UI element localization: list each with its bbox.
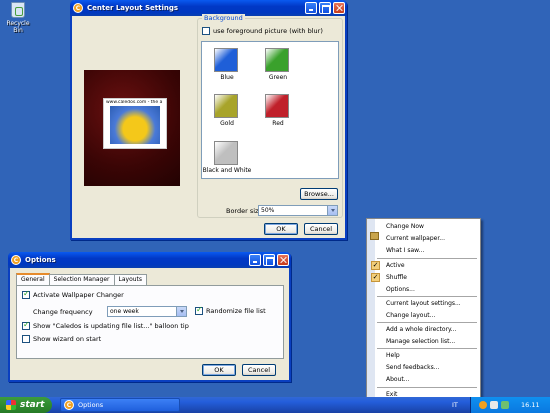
wizard-on-start-label: Show wizard on start: [33, 335, 102, 343]
taskbar-item-label: Options: [78, 401, 104, 409]
taskbar-item-options[interactable]: C Options: [60, 398, 180, 412]
tab-layouts[interactable]: Layouts: [113, 274, 148, 285]
window-title: Center Layout Settings: [87, 4, 178, 12]
preview-flower-photo: [110, 106, 160, 144]
caledos-app-icon: C: [11, 255, 21, 265]
change-frequency-value: one week: [110, 308, 139, 315]
menu-separator: [377, 387, 477, 388]
green-swatch[interactable]: [265, 48, 289, 72]
gold-swatch-label: Gold: [220, 120, 234, 127]
recycle-bin-icon: [11, 2, 25, 18]
gold-swatch[interactable]: [214, 94, 238, 118]
preview-card: www.caledos.com - the a: [103, 98, 167, 149]
title-bar[interactable]: C Options: [8, 252, 291, 268]
minimize-button[interactable]: [305, 2, 317, 14]
menu-icon-strip: [367, 219, 375, 402]
taskbar: start C Options IT 16.11: [0, 397, 550, 413]
border-size-value: 50%: [261, 207, 275, 214]
use-foreground-label: use foreground picture (with blur): [213, 27, 323, 35]
layout-preview: www.caledos.com - the a: [84, 70, 180, 186]
menu-item-what-i-saw[interactable]: What I saw...: [386, 247, 424, 254]
recycle-bin-label: Recycle Bin: [6, 20, 30, 34]
menu-separator: [377, 322, 477, 323]
ok-button[interactable]: OK: [202, 364, 236, 376]
change-frequency-label: Change frequency: [33, 308, 93, 316]
close-button[interactable]: [277, 254, 289, 266]
menu-item-current-wallpaper[interactable]: Current wallpaper...: [386, 235, 445, 242]
chevron-down-icon[interactable]: [176, 307, 186, 316]
active-check-icon: ✓: [371, 261, 380, 270]
options-tabs: General Selection Manager Layouts: [16, 273, 148, 285]
maximize-button[interactable]: [319, 2, 331, 14]
minimize-button[interactable]: [249, 254, 261, 266]
preview-url-text: www.caledos.com - the a: [106, 100, 163, 105]
balloon-tip-label: Show "Caledos is updating file list..." …: [33, 322, 189, 330]
tab-general[interactable]: General: [16, 273, 50, 285]
recycle-bin-shortcut[interactable]: Recycle Bin: [4, 2, 32, 34]
red-swatch[interactable]: [265, 94, 289, 118]
menu-item-add-directory[interactable]: Add a whole directory...: [386, 326, 456, 333]
border-size-label: Border size: [226, 207, 263, 215]
language-indicator[interactable]: IT: [452, 401, 458, 409]
blue-swatch[interactable]: [214, 48, 238, 72]
menu-item-about[interactable]: About...: [386, 376, 409, 383]
tab-selection-manager[interactable]: Selection Manager: [48, 274, 115, 285]
black-and-white-swatch[interactable]: [214, 141, 238, 165]
caledos-app-icon: C: [73, 3, 83, 13]
center-layout-settings-window: C Center Layout Settings www.caledos.com…: [70, 0, 347, 240]
background-swatch-list[interactable]: Blue Green Gold Red Black and White: [201, 41, 339, 179]
close-button[interactable]: [333, 2, 345, 14]
browse-button[interactable]: Browse...: [300, 188, 338, 200]
balloon-tip-checkbox[interactable]: [22, 320, 30, 330]
network-tray-icon[interactable]: [501, 401, 509, 409]
menu-item-current-layout-settings[interactable]: Current layout settings...: [386, 300, 461, 307]
change-frequency-select[interactable]: one week: [107, 306, 187, 317]
start-button[interactable]: start: [0, 397, 52, 413]
green-swatch-label: Green: [268, 74, 288, 81]
menu-item-shuffle[interactable]: Shuffle: [386, 274, 407, 281]
wallpaper-thumbnail-icon: [370, 232, 379, 240]
black-and-white-swatch-label: Black and White: [202, 167, 252, 174]
caledos-tray-icon[interactable]: [479, 401, 487, 409]
menu-item-options[interactable]: Options...: [386, 286, 415, 293]
border-size-select[interactable]: 50%: [258, 205, 338, 216]
windows-logo-icon: [6, 400, 16, 410]
start-label: start: [20, 400, 45, 410]
system-tray: 16.11: [470, 397, 550, 413]
use-foreground-checkbox[interactable]: [202, 27, 210, 35]
activate-changer-checkbox[interactable]: [22, 289, 30, 299]
background-group-label: Background: [202, 14, 245, 22]
randomize-checkbox[interactable]: [195, 305, 203, 315]
wizard-on-start-checkbox[interactable]: [22, 335, 30, 343]
clock[interactable]: 16.11: [521, 401, 540, 409]
ok-button[interactable]: OK: [264, 223, 298, 235]
caledos-app-icon: C: [64, 400, 74, 410]
red-swatch-label: Red: [272, 120, 284, 127]
cancel-button[interactable]: Cancel: [242, 364, 276, 376]
shuffle-check-icon: ✓: [371, 273, 380, 282]
menu-item-change-now[interactable]: Change Now: [386, 223, 424, 230]
blue-swatch-label: Blue: [220, 74, 234, 81]
window-title: Options: [25, 256, 56, 264]
chevron-down-icon[interactable]: [327, 206, 337, 215]
tray-context-menu: Change Now Current wallpaper... What I s…: [366, 218, 481, 403]
menu-item-change-layout[interactable]: Change layout...: [386, 312, 435, 319]
menu-separator: [377, 348, 477, 349]
menu-separator: [377, 258, 477, 259]
background-groupbox: Background use foreground picture (with …: [197, 14, 343, 218]
menu-item-help[interactable]: Help: [386, 352, 400, 359]
randomize-label: Randomize file list: [206, 307, 266, 315]
menu-separator: [377, 296, 477, 297]
activate-changer-label: Activate Wallpaper Changer: [33, 291, 124, 299]
desktop: Recycle Bin C Center Layout Settings www…: [0, 0, 550, 413]
maximize-button[interactable]: [263, 254, 275, 266]
menu-item-send-feedbacks[interactable]: Send feedbacks...: [386, 364, 439, 371]
menu-item-active[interactable]: Active: [386, 262, 405, 269]
options-window: C Options General Selection Manager Layo…: [8, 252, 291, 382]
general-tab-panel: Activate Wallpaper Changer Change freque…: [16, 285, 284, 359]
speaker-tray-icon[interactable]: [490, 401, 498, 409]
cancel-button[interactable]: Cancel: [304, 223, 338, 235]
menu-item-manage-selection-list[interactable]: Manage selection list...: [386, 338, 455, 345]
